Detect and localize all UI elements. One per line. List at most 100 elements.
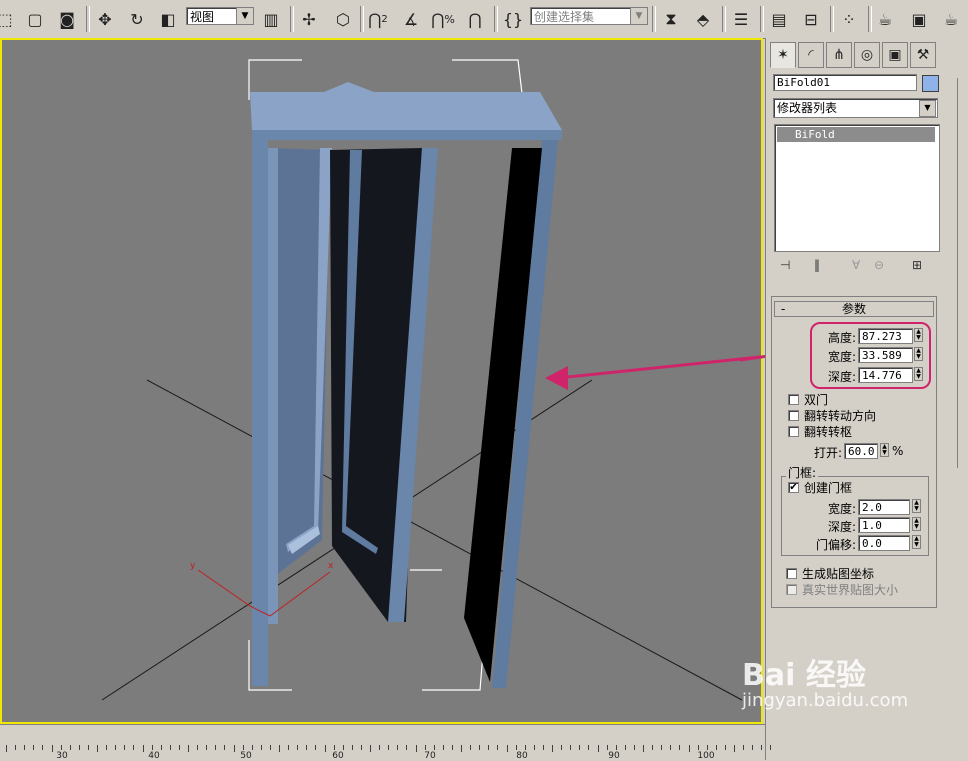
ruler-tick	[470, 745, 472, 750]
ruler-tick	[388, 745, 390, 750]
generate-mapping-checkbox[interactable]	[786, 568, 797, 579]
ruler-tick	[97, 745, 98, 752]
quick-render-icon[interactable]: ☕	[938, 6, 964, 32]
ruler-tick	[597, 745, 599, 752]
modifier-list-dropdown[interactable]: 修改器列表 ▼	[773, 98, 938, 118]
region-select-icon[interactable]: ▢	[22, 6, 48, 32]
ruler-tick	[379, 745, 381, 750]
remove-modifier-icon[interactable]: ⊖	[874, 258, 884, 272]
select-link-icon[interactable]: ✢	[296, 6, 322, 32]
ruler-tick	[6, 745, 7, 752]
pivot-icon[interactable]: ▥	[258, 6, 284, 32]
ruler-tick	[215, 745, 217, 750]
checkmark-icon: ✔	[789, 482, 798, 493]
make-unique-icon[interactable]: ∀	[852, 258, 860, 272]
create-tab[interactable]: ✶	[770, 42, 796, 68]
render-scene-icon[interactable]: ▣	[906, 6, 932, 32]
curve-editor-icon[interactable]: ▤	[766, 6, 792, 32]
modify-tab[interactable]: ◜	[798, 42, 824, 68]
door-frame-left-jamb	[252, 140, 268, 686]
create-frame-checkbox[interactable]: ✔	[788, 482, 799, 493]
ruler-tick	[51, 745, 53, 752]
align-icon[interactable]: ⬘	[690, 6, 716, 32]
perspective-viewport[interactable]: y x	[0, 38, 763, 724]
ruler-tick	[115, 745, 117, 750]
snap-label: 2	[381, 13, 388, 25]
open-field[interactable]: 60.0	[844, 443, 878, 459]
ruler-tick	[133, 745, 135, 750]
reference-coordinate-dropdown[interactable]: 视图 ▼	[186, 7, 254, 25]
object-name-field[interactable]: BiFold01	[773, 74, 917, 91]
named-selection-icon[interactable]: {}	[500, 6, 526, 32]
double-doors-checkbox[interactable]	[788, 394, 799, 405]
ruler-tick	[360, 745, 362, 750]
ruler-tick	[670, 745, 672, 750]
toolbar-separator	[722, 6, 726, 32]
real-world-map-size-checkbox[interactable]	[786, 584, 797, 595]
configure-modifier-sets-icon[interactable]: ⊞	[912, 258, 922, 272]
ruler-tick	[506, 745, 508, 752]
ruler-tick	[251, 745, 253, 750]
schematic-icon[interactable]: ⊟	[798, 6, 824, 32]
ruler-tick	[233, 745, 235, 752]
modifier-stack-item[interactable]: BiFold	[777, 127, 935, 142]
ruler-tick	[224, 745, 226, 750]
angle-snap-icon[interactable]: ∡	[398, 6, 424, 32]
toolbar-separator	[652, 6, 656, 32]
named-selection-set-dropdown[interactable]: 创建选择集 ▼	[530, 7, 648, 25]
door-offset-spinner[interactable]: ▲ ▼	[912, 535, 921, 549]
annotation-highlight-box	[810, 322, 931, 389]
frame-depth-field[interactable]: 1.0	[858, 517, 910, 533]
ruler-tick	[397, 745, 399, 750]
object-color-swatch[interactable]	[922, 75, 939, 92]
ruler-tick	[42, 745, 44, 750]
hierarchy-tab[interactable]: ⋔	[826, 42, 852, 68]
ruler-tick	[688, 745, 690, 752]
time-ruler[interactable]: 30 40 50 60 70 80 90 100	[0, 724, 772, 761]
ruler-tick	[643, 745, 644, 752]
pin-stack-icon[interactable]: ⊣	[780, 258, 790, 272]
bind-spacewarp-icon[interactable]: ⬡	[330, 6, 356, 32]
flip-swing-checkbox[interactable]	[788, 410, 799, 421]
flip-hinge-checkbox[interactable]	[788, 426, 799, 437]
ruler-tick	[461, 745, 462, 752]
toolbar-separator	[830, 6, 834, 32]
layer-manager-icon[interactable]: ☰	[728, 6, 754, 32]
move-icon[interactable]: ✥	[92, 6, 118, 32]
create-frame-label: 创建门框	[804, 481, 853, 495]
chevron-down-icon: ▼	[630, 8, 647, 24]
ruler-tick	[169, 745, 171, 750]
window-crossing-icon[interactable]: ◙	[54, 6, 80, 32]
select-icon[interactable]: ⬚	[0, 6, 18, 32]
parameters-rollout-header[interactable]: - 参数	[774, 301, 934, 317]
ruler-tick	[633, 745, 635, 750]
ruler-tick	[424, 745, 426, 750]
display-tab[interactable]: ▣	[882, 42, 908, 68]
door-offset-field[interactable]: 0.0	[858, 535, 910, 551]
named-selection-placeholder: 创建选择集	[534, 10, 595, 24]
grid-axis-line	[146, 379, 743, 701]
ruler-tick	[570, 745, 572, 750]
rotate-icon[interactable]: ↻	[124, 6, 150, 32]
motion-tab[interactable]: ◎	[854, 42, 880, 68]
material-editor-icon[interactable]: ⁘	[836, 6, 862, 32]
ruler-tick	[406, 745, 408, 750]
toolbar-separator	[760, 6, 764, 32]
ruler-tick	[661, 745, 663, 750]
frame-width-spinner[interactable]: ▲ ▼	[912, 499, 921, 513]
frame-width-field[interactable]: 2.0	[858, 499, 910, 515]
scale-icon[interactable]: ◧	[155, 6, 181, 32]
spinner-snap-icon[interactable]: ⋂	[462, 6, 488, 32]
utilities-tab[interactable]: ⚒	[910, 42, 936, 68]
percent-snap-icon[interactable]: ⋂%	[430, 6, 456, 32]
open-spinner[interactable]: ▲ ▼	[880, 443, 889, 457]
snap-icon[interactable]: ⋂ 2	[365, 6, 391, 32]
show-end-result-icon[interactable]: ‖	[814, 258, 820, 272]
ruler-tick	[160, 745, 162, 750]
render-setup-icon[interactable]: ☕	[872, 6, 898, 32]
ruler-tick	[579, 745, 581, 750]
command-panel-scrollbar[interactable]	[957, 78, 966, 468]
mirror-icon[interactable]: ⧗	[658, 6, 684, 32]
frame-depth-spinner[interactable]: ▲ ▼	[912, 517, 921, 531]
modifier-stack[interactable]: BiFold	[774, 124, 940, 252]
